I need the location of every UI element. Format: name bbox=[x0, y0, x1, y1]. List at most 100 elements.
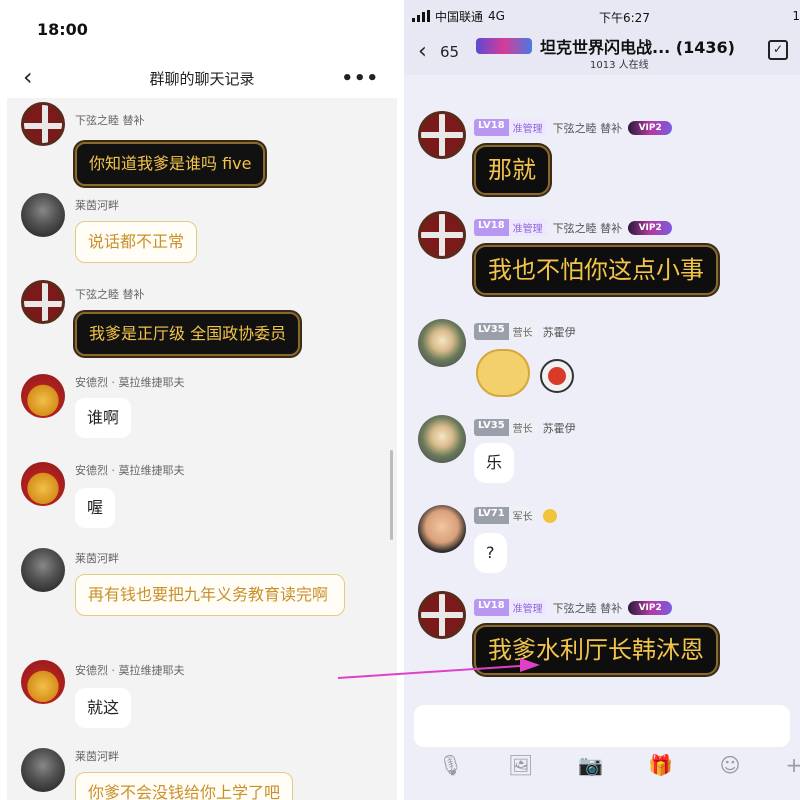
vip-badge: VIP2 bbox=[628, 600, 673, 615]
status-time: 下午6:27 bbox=[599, 11, 650, 25]
sender-name: 莱茵河畔 bbox=[75, 199, 119, 212]
group-title[interactable]: 坦克世界闪电战... (1436) bbox=[540, 34, 735, 58]
avatar[interactable] bbox=[21, 748, 65, 792]
sender-name: 莱茵河畔 bbox=[75, 750, 119, 763]
status-time: 18:00 bbox=[37, 19, 88, 39]
back-icon[interactable]: ‹ bbox=[23, 65, 33, 89]
level-badge: LV18 准管理 bbox=[474, 119, 547, 136]
level-number: LV18 bbox=[474, 219, 509, 236]
vip-badge: VIP2 bbox=[628, 120, 673, 135]
status-bar: 中国联通 4G 下午6:27 1 bbox=[404, 0, 800, 32]
camera-icon[interactable]: 📷 bbox=[578, 753, 603, 777]
sender-name: 安德烈 · 莫拉维捷耶夫 bbox=[75, 464, 185, 477]
plus-icon[interactable]: + bbox=[782, 753, 800, 777]
sender-meta: LV18 准管理 下弦之睦 替补 VIP2 bbox=[474, 219, 673, 236]
left-chat-history-screen: 18:00 4G ‹ 群聊的聊天记录 ••• 下弦之睦 替补 你知道我爹是谁吗 … bbox=[7, 0, 397, 800]
level-role: 准管理 bbox=[508, 219, 547, 236]
nav-bar: ‹ 群聊的聊天记录 ••• bbox=[7, 58, 397, 98]
level-number: LV18 bbox=[474, 599, 509, 616]
avatar[interactable] bbox=[418, 111, 466, 159]
sender-name: 下弦之睦 替补 bbox=[75, 288, 145, 301]
avatar[interactable] bbox=[21, 548, 65, 592]
level-number: LV18 bbox=[474, 119, 509, 136]
signal-icon bbox=[412, 10, 430, 22]
scrollbar[interactable] bbox=[390, 450, 393, 540]
message-input[interactable] bbox=[414, 705, 790, 747]
chat-header: ‹ 65 坦克世界闪电战... (1436) 1013 人在线 ✓ bbox=[404, 32, 800, 75]
sender-name: 下弦之睦 替补 bbox=[552, 601, 623, 615]
level-badge: LV35 营长 bbox=[474, 323, 537, 340]
input-area: 🎙 🖼 📷 🎁 ☺ + bbox=[404, 695, 800, 800]
level-badge: LV35 营长 bbox=[474, 419, 537, 436]
message-bubble: 我爹是正厅级 全国政协委员 bbox=[75, 312, 301, 356]
avatar[interactable] bbox=[21, 462, 65, 506]
avatar[interactable] bbox=[21, 660, 65, 704]
vip-badge: VIP2 bbox=[628, 220, 673, 235]
screenshot-composite: 18:00 4G ‹ 群聊的聊天记录 ••• 下弦之睦 替补 你知道我爹是谁吗 … bbox=[0, 0, 800, 800]
message-bubble: 喔 bbox=[75, 488, 116, 528]
level-role: 军长 bbox=[508, 507, 537, 524]
avatar[interactable] bbox=[21, 102, 65, 146]
carrier-group: 中国联通 4G bbox=[412, 8, 505, 25]
calendar-check-icon[interactable]: ✓ bbox=[768, 40, 788, 60]
sender-meta: LV18 准管理 下弦之睦 替补 VIP2 bbox=[474, 119, 673, 136]
message-bubble: 乐 bbox=[474, 443, 515, 483]
sender-name: 苏霍伊 bbox=[542, 325, 576, 339]
sender-meta: LV35 营长 苏霍伊 bbox=[474, 419, 576, 436]
sender-name: 安德烈 · 莫拉维捷耶夫 bbox=[75, 376, 185, 389]
carrier-name: 中国联通 bbox=[435, 9, 484, 24]
emoji-icon[interactable]: ☺ bbox=[718, 753, 742, 777]
avatar[interactable] bbox=[418, 211, 466, 259]
message-bubble: ? bbox=[474, 533, 507, 573]
level-role: 营长 bbox=[508, 323, 537, 340]
group-logo bbox=[476, 38, 532, 54]
message-bubble: 你爹不会没钱给你上学了吧 bbox=[75, 772, 294, 800]
message-list[interactable]: 下弦之睦 替补 你知道我爹是谁吗 five 莱茵河畔 说话都不正常 下弦之睦 替… bbox=[7, 98, 397, 800]
avatar[interactable] bbox=[21, 193, 65, 237]
message-bubble: 我爹水利厅长韩沐恩 bbox=[474, 625, 718, 675]
avatar[interactable] bbox=[418, 591, 466, 639]
gift-icon[interactable]: 🎁 bbox=[648, 753, 673, 777]
status-right: 1 bbox=[792, 9, 800, 23]
page-title: 群聊的聊天记录 bbox=[149, 69, 255, 88]
avatar[interactable] bbox=[418, 319, 466, 367]
sender-meta: LV71 军长 bbox=[474, 507, 557, 524]
input-toolbar: 🎙 🖼 📷 🎁 ☺ + bbox=[404, 753, 800, 793]
avatar[interactable] bbox=[21, 374, 65, 418]
level-role: 准管理 bbox=[508, 599, 547, 616]
sender-name: 下弦之睦 替补 bbox=[75, 114, 145, 127]
avatar[interactable] bbox=[418, 505, 466, 553]
message-bubble: 我也不怕你这点小事 bbox=[474, 245, 718, 295]
message-bubble: 你知道我爹是谁吗 five bbox=[75, 142, 266, 186]
level-badge: LV18 准管理 bbox=[474, 219, 547, 236]
more-icon[interactable]: ••• bbox=[341, 68, 379, 89]
level-role: 准管理 bbox=[508, 119, 547, 136]
sender-name: 下弦之睦 替补 bbox=[552, 221, 623, 235]
smile-icon bbox=[542, 508, 557, 523]
back-count[interactable]: 65 bbox=[440, 43, 459, 61]
status-bar: 18:00 4G bbox=[7, 0, 397, 58]
level-number: LV35 bbox=[474, 323, 509, 340]
network-label: 4G bbox=[488, 9, 505, 23]
image-icon[interactable]: 🖼 bbox=[508, 753, 533, 777]
message-bubble: 谁啊 bbox=[75, 398, 132, 438]
sender-name: 苏霍伊 bbox=[542, 421, 576, 435]
message-bubble: 就这 bbox=[75, 688, 132, 728]
online-count: 1013 人在线 bbox=[590, 60, 649, 71]
avatar[interactable] bbox=[418, 415, 466, 463]
message-bubble: 说话都不正常 bbox=[75, 221, 198, 263]
sticker-image[interactable] bbox=[476, 349, 530, 397]
avatar[interactable] bbox=[21, 280, 65, 324]
microphone-icon[interactable]: 🎙 bbox=[438, 753, 463, 777]
level-number: LV71 bbox=[474, 507, 509, 524]
message-list[interactable]: LV18 准管理 下弦之睦 替补 VIP2 那就 LV18 准管理 下弦之睦 替补 … bbox=[404, 75, 800, 695]
level-role: 营长 bbox=[508, 419, 537, 436]
sender-name: 莱茵河畔 bbox=[75, 552, 119, 565]
sender-name: 安德烈 · 莫拉维捷耶夫 bbox=[75, 664, 185, 677]
back-icon[interactable]: ‹ bbox=[418, 39, 427, 64]
level-badge: LV71 军长 bbox=[474, 507, 537, 524]
level-number: LV35 bbox=[474, 419, 509, 436]
level-badge: LV18 准管理 bbox=[474, 599, 547, 616]
message-bubble: 那就 bbox=[474, 145, 550, 195]
sender-meta: LV18 准管理 下弦之睦 替补 VIP2 bbox=[474, 599, 673, 616]
